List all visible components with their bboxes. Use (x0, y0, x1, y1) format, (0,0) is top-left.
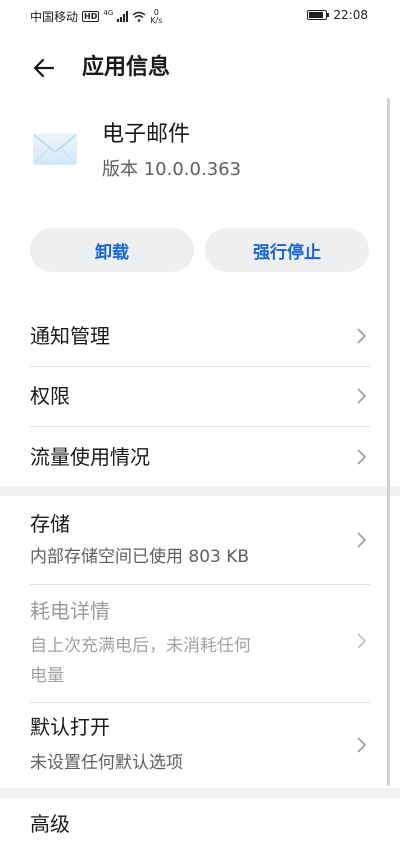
section-separator (0, 486, 400, 496)
arrow-left-icon (33, 58, 55, 78)
battery-usage-summary-line1: 自上次充满电后，未消耗任何 (30, 636, 251, 656)
battery-icon (307, 10, 330, 20)
hd-icon: HD (82, 11, 100, 22)
chevron-right-icon (357, 328, 367, 344)
clock: 22:08 (333, 8, 368, 22)
storage-item[interactable]: 存储 内部存储空间已使用 803 KB (0, 496, 400, 584)
carrier-label: 中国移动 (30, 10, 79, 24)
open-by-default-label: 默认打开 (30, 715, 110, 739)
chevron-right-icon (357, 532, 367, 548)
chevron-right-icon (357, 388, 367, 404)
chevron-right-icon (357, 633, 367, 649)
chevron-right-icon (357, 737, 367, 753)
advanced-item[interactable]: 高级 (0, 798, 400, 856)
page-title: 应用信息 (82, 55, 171, 80)
network-speed: 0 K/s (150, 8, 163, 25)
app-header: 应用信息 (0, 44, 400, 92)
open-by-default-summary: 未设置任何默认选项 (30, 753, 183, 773)
status-left: 中国移动 HD 4G 0 K/s (30, 8, 162, 25)
battery-usage-summary-line2: 电量 (30, 666, 64, 686)
uninstall-button[interactable]: 卸载 (30, 228, 194, 272)
network-speed-unit: K/s (150, 15, 163, 25)
open-by-default-item[interactable]: 默认打开 未设置任何默认选项 (0, 703, 400, 788)
back-button[interactable] (28, 52, 60, 84)
status-right: 22:08 (307, 8, 368, 22)
scrollbar[interactable] (387, 98, 390, 786)
permissions-label: 权限 (30, 384, 70, 408)
app-version: 版本 10.0.0.363 (102, 159, 242, 180)
advanced-label: 高级 (30, 812, 70, 836)
force-stop-button[interactable]: 强行停止 (205, 228, 369, 272)
network-type-icon: 4G (103, 8, 114, 17)
chevron-right-icon (357, 449, 367, 465)
status-bar: 中国移动 HD 4G 0 K/s 22:08 (0, 0, 400, 32)
data-usage-item[interactable]: 流量使用情况 (0, 427, 400, 486)
storage-summary: 内部存储空间已使用 803 KB (30, 547, 250, 567)
email-app-icon (30, 124, 80, 174)
battery-usage-label: 耗电详情 (30, 599, 110, 623)
notification-management-label: 通知管理 (30, 324, 110, 348)
app-name: 电子邮件 (102, 122, 191, 147)
data-usage-label: 流量使用情况 (30, 445, 150, 469)
notification-management-item[interactable]: 通知管理 (0, 306, 400, 366)
permissions-item[interactable]: 权限 (0, 367, 400, 426)
wifi-icon (132, 11, 146, 22)
signal-icon (117, 11, 129, 22)
battery-usage-item[interactable]: 耗电详情 自上次充满电后，未消耗任何 电量 (0, 585, 400, 702)
battery-level-fill (309, 12, 323, 18)
section-separator (0, 788, 400, 798)
storage-label: 存储 (30, 512, 70, 536)
